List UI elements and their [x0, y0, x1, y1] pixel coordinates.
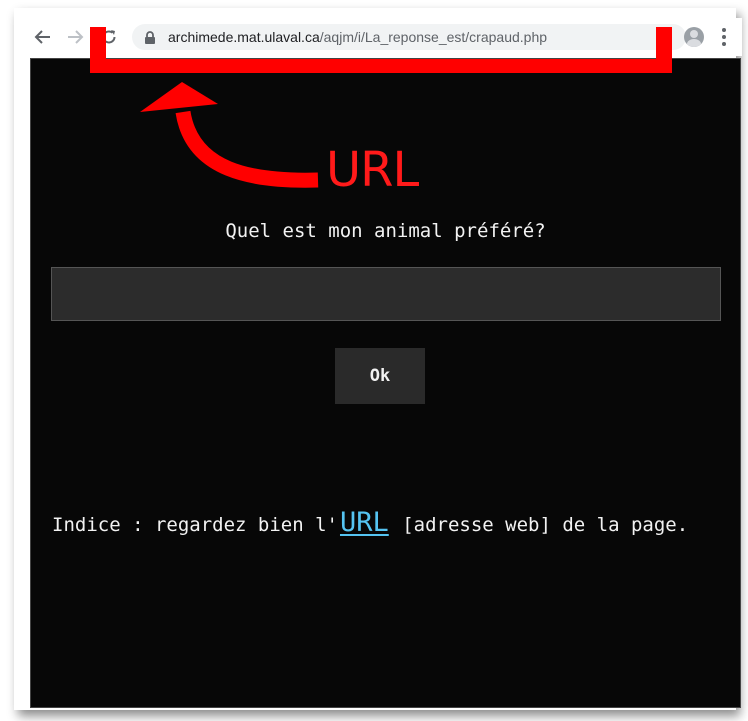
kebab-menu-icon[interactable] — [720, 26, 728, 48]
forward-arrow-icon[interactable] — [64, 26, 86, 48]
profile-avatar-icon[interactable] — [684, 27, 704, 47]
url-annotation-label: URL — [326, 142, 419, 198]
red-highlight-box — [90, 27, 672, 73]
back-arrow-icon[interactable] — [32, 26, 54, 48]
screenshot-frame: archimede.mat.ulaval.ca/aqjm/i/La_repons… — [0, 0, 748, 721]
hint-url-link[interactable]: URL — [340, 507, 389, 538]
hint-prefix: Indice : regardez bien l' — [52, 514, 338, 536]
question-text: Quel est mon animal préféré? — [225, 220, 546, 242]
ok-button[interactable]: Ok — [335, 348, 425, 404]
hint-suffix: [adresse web] de la page. — [390, 514, 689, 536]
hint-text: Indice : regardez bien l'URL [adresse we… — [52, 507, 688, 538]
answer-input[interactable] — [51, 267, 721, 321]
